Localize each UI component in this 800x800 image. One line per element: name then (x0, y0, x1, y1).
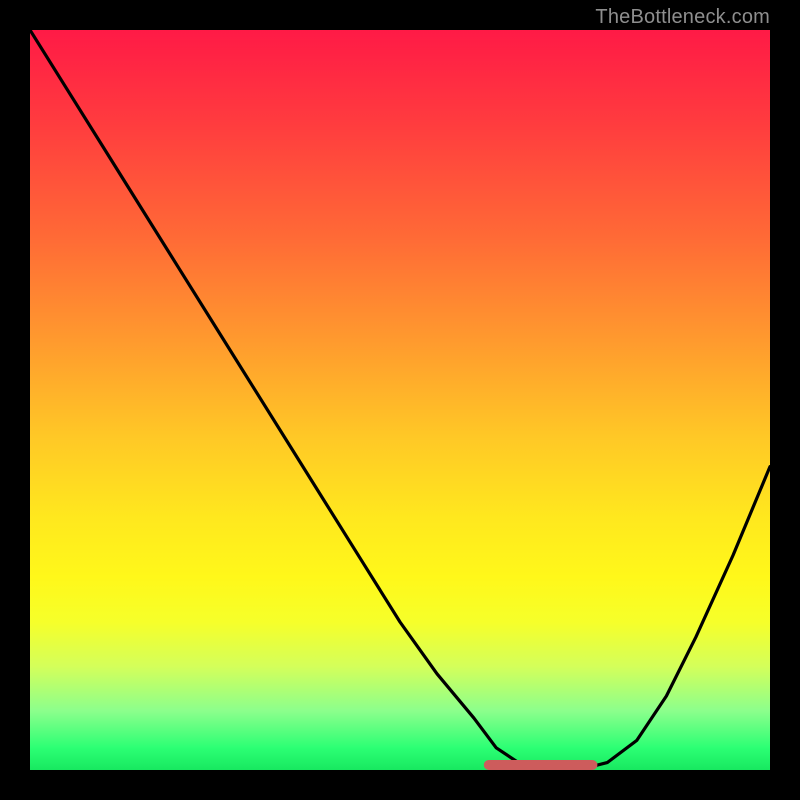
curve-layer (30, 30, 770, 770)
bottleneck-curve (30, 30, 770, 770)
attribution-text: TheBottleneck.com (595, 6, 770, 29)
chart-frame (30, 30, 770, 770)
plot-area (30, 30, 770, 770)
